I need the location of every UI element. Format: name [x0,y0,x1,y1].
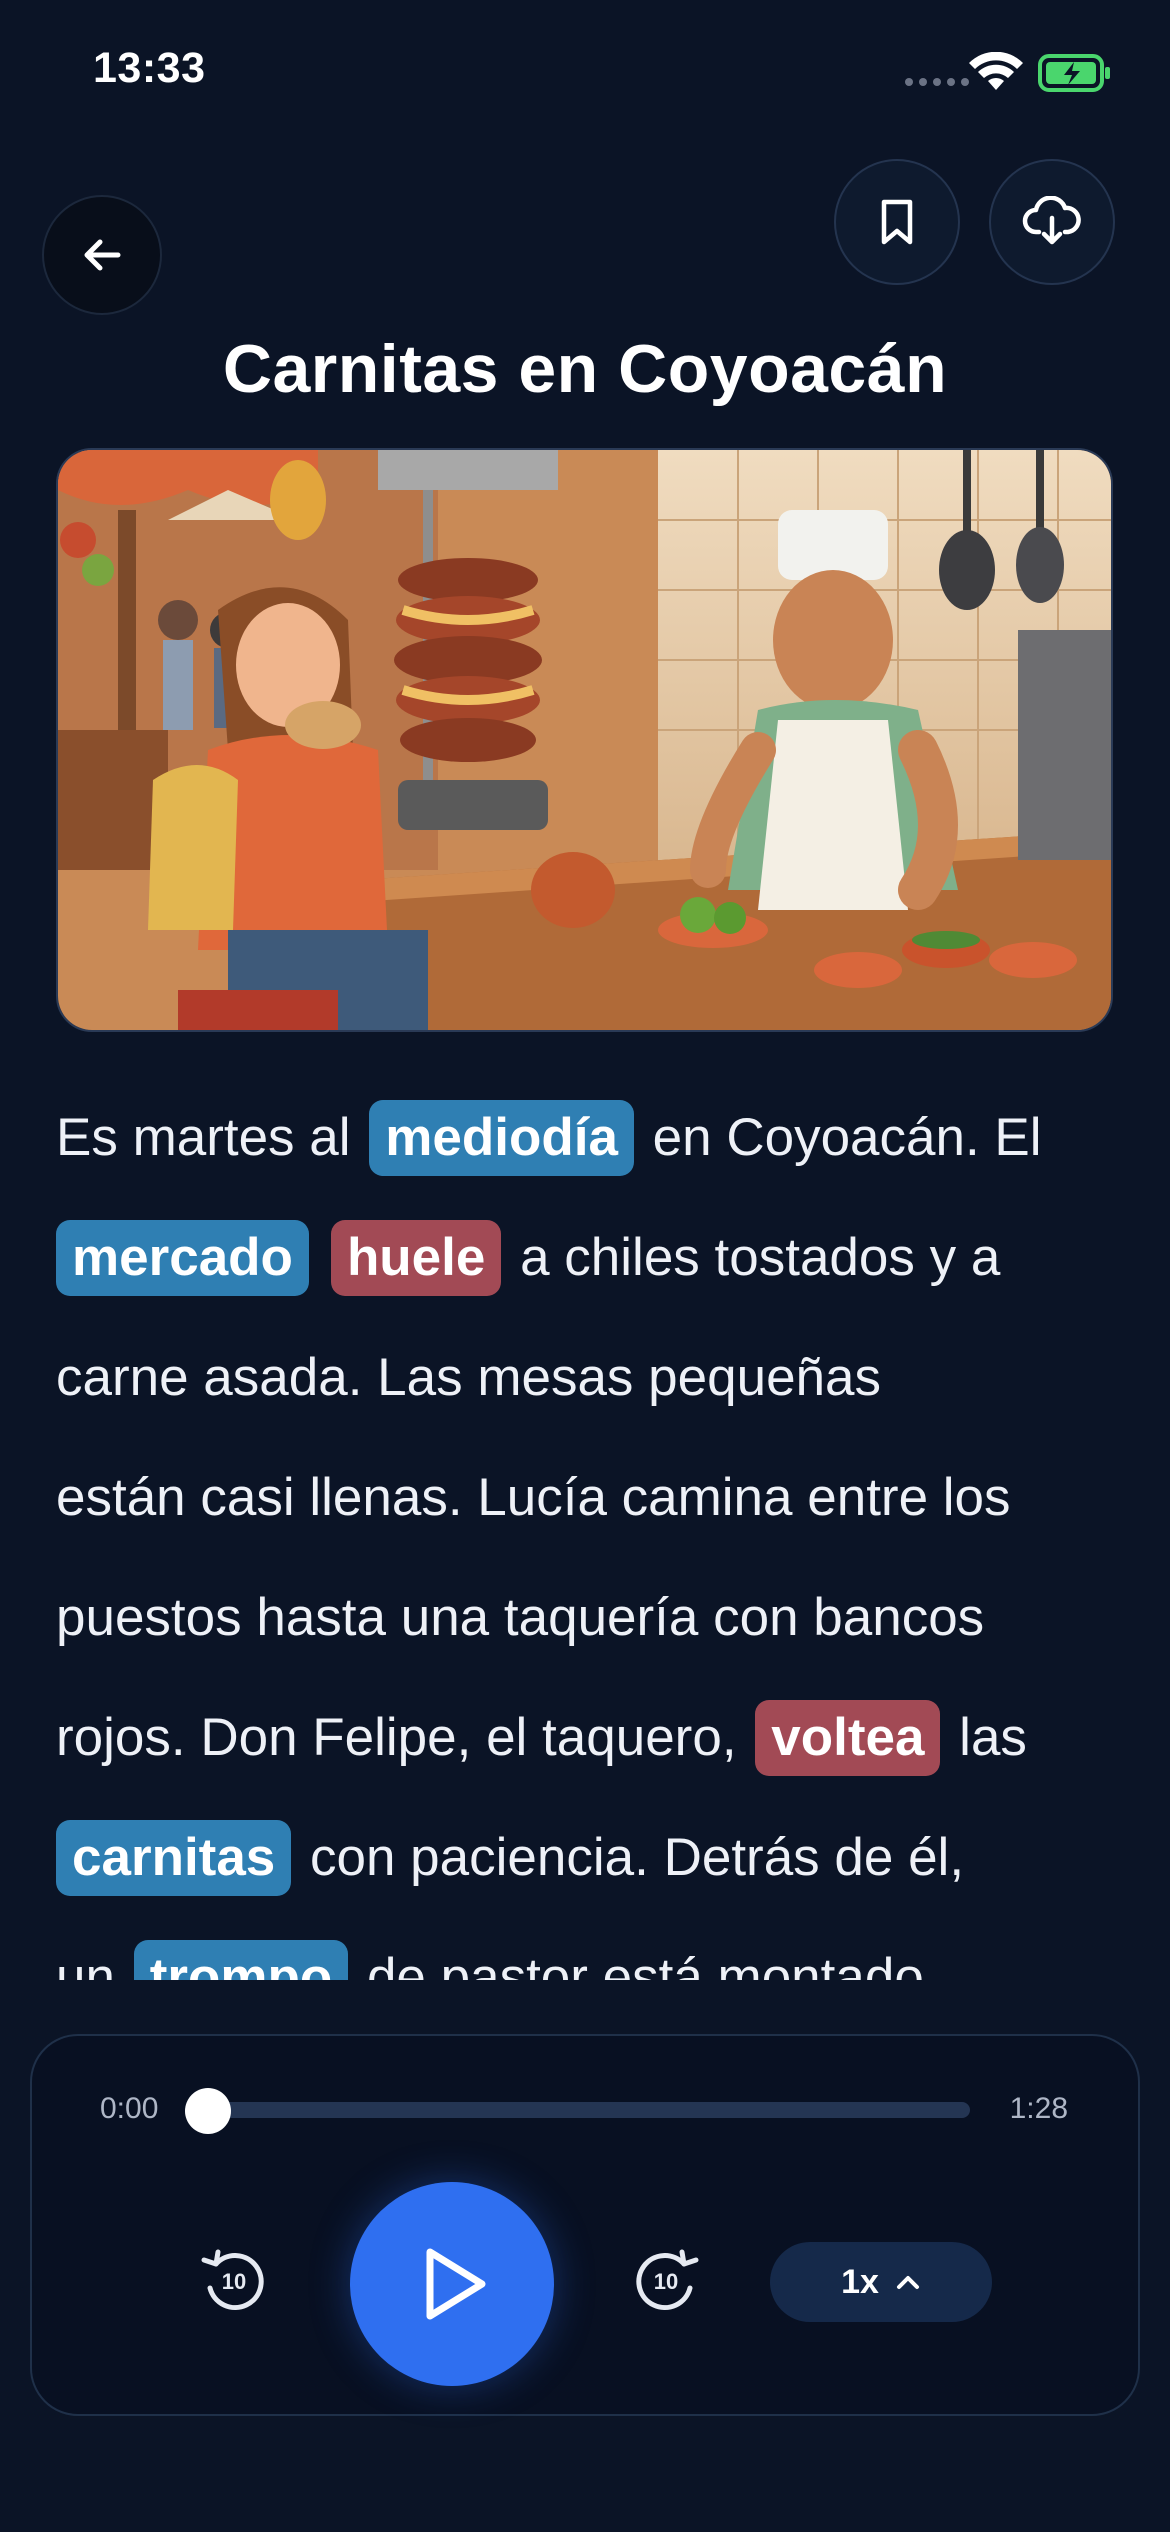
play-button[interactable] [350,2182,554,2386]
total-time: 1:28 [1009,2092,1068,2125]
speed-label: 1x [841,2262,879,2301]
bookmark-icon [881,199,913,245]
bookmark-button[interactable] [834,159,960,285]
story-text-segment: con paciencia. Detrás de él, [295,1828,965,1887]
download-button[interactable] [989,159,1115,285]
story-text-segment: las [944,1708,1027,1767]
status-time: 13:33 [93,44,206,92]
story-line: rojos. Don Felipe, el taquero, voltea la… [56,1678,1126,1798]
story-text-segment: puestos hasta una taquería con bancos [56,1588,985,1647]
play-icon [426,2248,486,2320]
story-text-segment: en Coyoacán. El [637,1108,1042,1167]
audio-player: 0:00 1:28 10 10 1x [30,2034,1140,2416]
story-illustration [56,448,1113,1032]
forward-10-icon: 10 [636,2249,699,2311]
story-text-segment: rojos. Don Felipe, el taquero, [56,1708,752,1767]
playback-speed-button[interactable]: 1x [770,2242,992,2322]
chevron-up-icon [896,2276,919,2289]
battery-icon [1038,54,1112,99]
story-text-segment: carne asada. Las mesas pequeñas [56,1348,881,1407]
vocab-word-mercado[interactable]: mercado [56,1220,309,1296]
rewind-button[interactable]: 10 [194,2240,274,2320]
arrow-left-icon [84,239,121,271]
forward-button[interactable]: 10 [626,2240,706,2320]
progress-track[interactable] [208,2102,970,2118]
cloud-download-icon [1022,196,1081,245]
story-line: carnitas con paciencia. Detrás de él, [56,1798,1126,1918]
cellular-signal-icon [905,78,969,86]
wifi-icon [968,51,1024,99]
story-line: puestos hasta una taquería con bancos [56,1558,1126,1678]
vocab-word-huele[interactable]: huele [330,1220,502,1296]
story-text: Es martes al mediodía en Coyoacán. El me… [56,1078,1126,2038]
forward-seconds: 10 [654,2269,678,2294]
story-text-segment: a chiles tostados y a [505,1228,1001,1287]
current-time: 0:00 [100,2092,159,2125]
story-line: están casi llenas. Lucía camina entre lo… [56,1438,1126,1558]
story-line: carne asada. Las mesas pequeñas [56,1318,1126,1438]
vocab-word-mediodia[interactable]: mediodía [369,1100,634,1176]
progress-knob[interactable] [185,2088,231,2134]
story-text-segment: Es martes al [56,1108,366,1167]
rewind-10-icon: 10 [201,2249,264,2311]
page-title: Carnitas en Coyoacán [222,331,948,407]
story-line: Es martes al mediodía en Coyoacán. El [56,1078,1126,1198]
vocab-word-voltea[interactable]: voltea [755,1700,941,1776]
story-text-segment: están casi llenas. Lucía camina entre lo… [56,1468,1011,1527]
rewind-seconds: 10 [222,2269,246,2294]
back-button[interactable] [42,195,162,315]
vocab-word-carnitas[interactable]: carnitas [56,1820,292,1896]
story-line: mercado huele a chiles tostados y a [56,1198,1126,1318]
